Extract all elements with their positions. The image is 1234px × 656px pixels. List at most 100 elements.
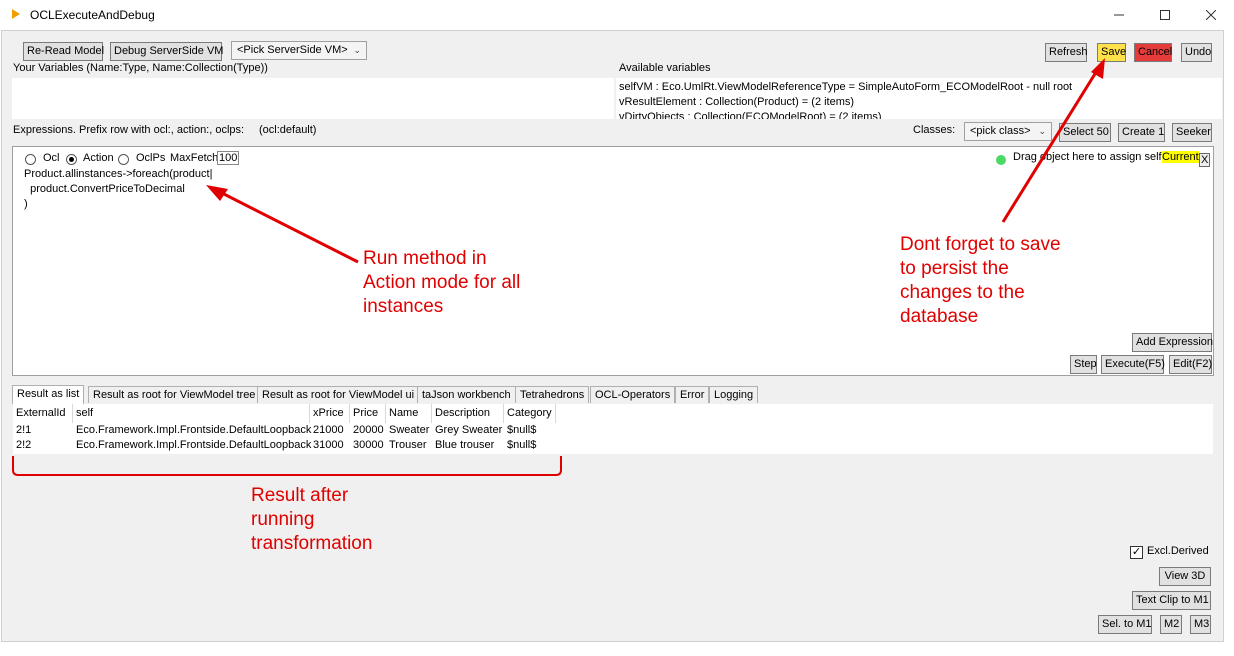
cell: Blue trouser [435, 439, 495, 451]
table-row[interactable]: 2!1 Eco.Framework.Impl.Frontside.Default… [13, 424, 556, 438]
available-variables-list[interactable]: selfVM : Eco.UmlRt.ViewModelReferenceTyp… [616, 78, 1222, 119]
undo-button[interactable]: Undo [1181, 43, 1212, 62]
radio-oclps[interactable] [118, 154, 129, 165]
cell: Eco.Framework.Impl.Frontside.DefaultLoop… [76, 439, 312, 451]
step-button[interactable]: Step [1070, 355, 1097, 374]
annotation-line: Result after [251, 485, 349, 506]
code-line: product.ConvertPriceToDecimal [24, 183, 185, 195]
annotation-line: Dont forget to save [900, 234, 1061, 255]
your-variables-input[interactable] [12, 78, 614, 119]
tab-error[interactable]: Error [675, 386, 710, 403]
column-header[interactable]: Description [432, 404, 504, 423]
variable-item: vDirtyObjects : Collection(ECOModelRoot)… [619, 111, 882, 119]
select50-button[interactable]: Select 50 [1059, 123, 1111, 142]
annotation-line: transformation [251, 533, 373, 554]
excl-derived-label: Excl.Derived [1147, 545, 1209, 557]
edit-button[interactable]: Edit(F2) [1169, 355, 1212, 374]
tab-result-viewmodel-tree[interactable]: Result as root for ViewModel tree [88, 386, 261, 403]
pick-serverside-vm-value: <Pick ServerSide VM> [237, 44, 348, 56]
window-title: OCLExecuteAndDebug [30, 8, 155, 22]
close-button[interactable] [1188, 0, 1234, 30]
add-expression-button[interactable]: Add Expression [1132, 333, 1213, 352]
chevron-down-icon: ⌄ [353, 45, 361, 55]
annotation-line: database [900, 306, 979, 327]
m3-button[interactable]: M3 [1190, 615, 1211, 634]
pick-serverside-vm-dropdown[interactable]: <Pick ServerSide VM> ⌄ [231, 41, 367, 60]
maximize-button[interactable] [1142, 0, 1188, 30]
seeker-button[interactable]: Seeker [1172, 123, 1212, 142]
current-label: Current [1162, 151, 1199, 163]
m2-button[interactable]: M2 [1160, 615, 1182, 634]
table-row[interactable]: 2!2 Eco.Framework.Impl.Frontside.Default… [13, 439, 556, 453]
debug-serverside-vm-button[interactable]: Debug ServerSide VM [110, 42, 223, 61]
maxfetch-input[interactable]: 100 [217, 151, 240, 165]
minimize-icon [1114, 14, 1124, 16]
classes-label: Classes: [913, 124, 956, 136]
radio-action[interactable] [66, 154, 77, 165]
cell: $null$ [507, 424, 537, 436]
tab-logging[interactable]: Logging [709, 386, 759, 403]
available-variables-label: Available variables [619, 62, 711, 74]
close-icon [1206, 10, 1216, 20]
radio-action-label: Action [83, 152, 114, 164]
column-header[interactable]: ExternalId [13, 404, 73, 423]
radio-ocl[interactable] [25, 154, 36, 165]
clear-self-button[interactable]: X [1199, 153, 1211, 167]
tab-result-as-list[interactable]: Result as list [12, 385, 85, 404]
annotation-line: Action mode for all [363, 272, 521, 293]
reread-model-button[interactable]: Re-Read Model [23, 42, 104, 61]
cell: 21000 [313, 424, 344, 436]
cell: Eco.Framework.Impl.Frontside.DefaultLoop… [76, 424, 312, 436]
cell: $null$ [507, 439, 537, 451]
column-header[interactable]: xPrice [310, 404, 350, 423]
tab-tetrahedrons[interactable]: Tetrahedrons [515, 386, 590, 403]
annotation-line: changes to the [900, 282, 1025, 303]
sel-to-m1-button[interactable]: Sel. to M1 [1098, 615, 1152, 634]
cell: Grey Sweater [435, 424, 503, 436]
cell: Trouser [389, 439, 427, 451]
variable-item: vResultElement : Collection(Product) = (… [619, 96, 855, 108]
annotation-line: running [251, 509, 315, 530]
text-clip-button[interactable]: Text Clip to M1 [1132, 591, 1211, 610]
variable-item: selfVM : Eco.UmlRt.ViewModelReferenceTyp… [619, 81, 1073, 93]
title-bar: OCLExecuteAndDebug [0, 0, 1234, 30]
pick-class-dropdown[interactable]: <pick class> ⌄ [964, 122, 1052, 141]
execute-button[interactable]: Execute(F5) [1101, 355, 1165, 374]
save-button[interactable]: Save [1097, 43, 1126, 62]
column-header[interactable]: Category [504, 404, 556, 423]
column-header[interactable]: Price [350, 404, 386, 423]
expressions-label: Expressions. Prefix row with ocl:, actio… [13, 124, 245, 136]
radio-oclps-label: OclPs [136, 152, 166, 164]
annotation-line: to persist the [900, 258, 1009, 279]
maxfetch-label: MaxFetch [170, 152, 219, 164]
tab-result-viewmodel-ui[interactable]: Result as root for ViewModel ui [257, 386, 420, 403]
status-dot [996, 155, 1006, 165]
annotation-line: instances [363, 296, 444, 317]
tab-tajson-workbench[interactable]: taJson workbench [417, 386, 516, 403]
cell: 30000 [353, 439, 384, 451]
column-header[interactable]: self [73, 404, 310, 423]
cancel-button[interactable]: Cancel [1134, 43, 1172, 62]
view3d-button[interactable]: View 3D [1159, 567, 1211, 586]
pick-class-value: <pick class> [970, 125, 1031, 137]
default-mode-label: (ocl:default) [259, 124, 317, 136]
annotation-save-note: Dont forget to save to persist the chang… [900, 233, 1061, 329]
cell: 2!1 [16, 424, 32, 436]
annotation-line: Run method in [363, 248, 487, 269]
code-line: ) [24, 198, 28, 210]
radio-ocl-label: Ocl [43, 152, 60, 164]
create1-button[interactable]: Create 1 [1118, 123, 1165, 142]
excl-derived-checkbox[interactable]: ✓ [1130, 546, 1143, 559]
refresh-button[interactable]: Refresh [1045, 43, 1088, 62]
column-header[interactable]: Name [386, 404, 432, 423]
app-icon [12, 9, 20, 19]
annotation-run-method: Run method in Action mode for all instan… [363, 247, 520, 319]
chevron-down-icon: ⌄ [1038, 126, 1046, 136]
tab-ocl-operators[interactable]: OCL-Operators [590, 386, 676, 403]
maximize-icon [1160, 10, 1170, 20]
drag-hint-label[interactable]: Drag object here to assign self. [1013, 151, 1165, 163]
minimize-button[interactable] [1096, 0, 1142, 30]
cell: 31000 [313, 439, 344, 451]
your-variables-label: Your Variables (Name:Type, Name:Collecti… [13, 62, 268, 74]
cell: 20000 [353, 424, 384, 436]
